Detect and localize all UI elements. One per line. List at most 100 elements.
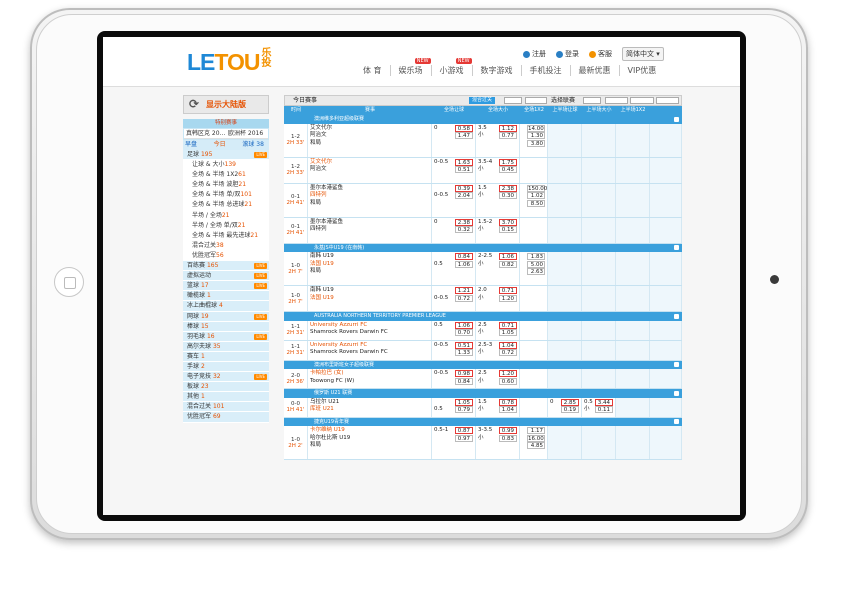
nav-item-5[interactable]: 最新优惠 [569,65,619,76]
odds-value[interactable]: 2.38 [498,184,517,192]
odds-value[interactable]: 1.05 [498,329,517,336]
odds-value[interactable]: 1.06 [454,321,473,329]
sidebar-subitem[interactable]: 半场 / 全场21 [183,210,269,221]
odds-value[interactable]: 16.00 [527,434,545,442]
mix-parlay-button[interactable]: 混合过关 [469,97,496,104]
odds-value[interactable]: 4.85 [527,442,545,449]
odds-value[interactable]: 0.39 [454,184,473,192]
odds-value[interactable]: 3.70 [498,218,517,226]
sidebar-subitem[interactable]: 半场 / 全场 单/双21 [183,220,269,231]
nav-item-0[interactable]: 体 育 [355,65,390,76]
odds-value[interactable]: 2.04 [454,192,473,199]
sidebar-item-sport[interactable]: 棒球 15 [183,321,269,332]
sidebar-subitem[interactable]: 混合过关38 [183,240,269,251]
select-league-label[interactable]: 选择联赛 [551,96,575,105]
add-button[interactable] [504,97,522,104]
sidebar-item-sport[interactable]: 篮球 17 LIVE [183,281,269,292]
odds-value[interactable]: 0.99 [498,427,517,434]
league-header[interactable]: 澳洲布里斯班女子超级联赛 [284,360,682,369]
odds-value[interactable]: 1.12 [498,124,517,132]
odds-value[interactable]: 1.33 [454,349,473,356]
odds-value[interactable]: 0.98 [454,370,473,377]
odds-value[interactable]: 0.72 [454,294,473,302]
sidebar-item-sport[interactable]: 橄榄球 1 [183,291,269,302]
odds-value[interactable]: 1.20 [498,294,517,302]
nav-item-3[interactable]: 数字游戏 [471,65,521,76]
odds-value[interactable]: 0.83 [498,434,517,442]
list-dropdown[interactable] [583,97,601,104]
odds-value[interactable]: 0.30 [498,192,517,199]
odds-value[interactable]: 0.84 [454,377,473,385]
register-link[interactable]: 注册 [523,49,546,59]
sidebar-item-sport[interactable]: 手球 2 [183,361,269,373]
nav-item-4[interactable]: 手机投注 [520,65,570,76]
odds-value[interactable]: 5.00 [527,260,545,268]
odds-value[interactable]: 2.85 [560,398,579,406]
odds-value[interactable]: 1.02 [527,192,545,199]
odds-value[interactable]: 1.75 [498,158,517,166]
odds-value[interactable]: 0.71 [498,321,517,329]
odds-value[interactable]: 1.20 [498,370,517,377]
sidebar-subitem[interactable]: 全场 & 半场 单/双101 [183,190,269,201]
odds-value[interactable]: 1.30 [527,132,545,139]
odds-value[interactable]: 3.80 [527,139,545,147]
odds-value[interactable]: 0.15 [498,226,517,233]
sidebar-item-sport[interactable]: 冰上曲棍球 4 [183,301,269,312]
odds-value[interactable]: 0.97 [454,434,473,442]
sidebar-tab-1[interactable]: 今日 [212,140,241,150]
odds-type-dropdown[interactable] [605,97,629,104]
odds-value[interactable]: 0.51 [454,341,473,349]
odds-value[interactable]: 0.60 [498,377,517,385]
language-select[interactable]: 简体中文 ▾ [622,47,664,61]
sidebar-subitem[interactable]: 全场 & 半场 波胆21 [183,180,269,191]
odds-value[interactable]: 2.38 [454,218,473,226]
odds-value[interactable]: 0.87 [454,427,473,434]
odds-value[interactable]: 0.71 [498,287,517,294]
odds-value[interactable]: 0.58 [454,124,473,132]
home-button[interactable] [54,267,84,297]
odds-value[interactable]: 1.47 [454,132,473,139]
sidebar-item-sport[interactable]: 电子竞技 32 LIVE [183,372,269,383]
sidebar-item-sport[interactable]: 网球 19 LIVE [183,311,269,322]
show-mainland-button[interactable]: 显示大陆版 [183,95,269,114]
view-toggle[interactable] [525,97,547,104]
special-event-2[interactable]: 欧洲杯 2016 [226,129,268,139]
odds-value[interactable]: 1.83 [527,253,545,260]
sidebar-item-sport[interactable]: 混合过关 101 [183,402,269,413]
sidebar-subitem[interactable]: 优胜冠军56 [183,250,269,262]
sidebar-item-sport[interactable]: 赛车 1 [183,351,269,362]
odds-value[interactable]: 0.77 [498,132,517,139]
odds-value[interactable]: 1.17 [527,427,545,434]
odds-value[interactable]: 0.72 [498,349,517,356]
sidebar-item-sport[interactable]: 虚拟运动 LIVE [183,271,269,282]
sidebar-item-sport[interactable]: 高尔夫球 35 [183,341,269,352]
league-header[interactable]: 俄罗斯 U21 联赛 [284,389,682,398]
sidebar-tab-0[interactable]: 早盘 [183,140,212,150]
odds-value[interactable]: 0.51 [454,166,473,173]
odds-value[interactable]: 0.70 [454,329,473,336]
refresh-button[interactable] [630,97,654,104]
sidebar-subitem[interactable]: 全场 & 半场 总进球21 [183,200,269,211]
odds-value[interactable]: 1.04 [498,406,517,413]
sidebar-item-football[interactable]: 足球 195 LIVE [183,150,269,161]
odds-value[interactable]: 1.05 [454,398,473,406]
odds-value[interactable]: 0.45 [498,166,517,173]
odds-value[interactable]: 2.63 [527,268,545,275]
letou-logo[interactable]: LETOU 乐投 [187,49,274,76]
login-link[interactable]: 登录 [556,49,579,59]
odds-value[interactable]: 0.11 [594,406,613,413]
sidebar-item-sport[interactable]: 优胜冠军 69 [183,412,269,423]
odds-value[interactable]: 0.19 [560,406,579,413]
sidebar-subitem[interactable]: 全场 & 半场 1X261 [183,170,269,181]
odds-value[interactable]: 8.50 [527,199,545,207]
sidebar-tab-2[interactable]: 滚球 38 [240,140,269,150]
sidebar-item-sport[interactable]: 羽毛球 16 LIVE [183,331,269,342]
odds-value[interactable]: 0.82 [498,260,517,268]
league-header[interactable]: 捷克U19青年赛 [284,417,682,426]
league-header[interactable]: 永基JS中U19 (在南韩) [284,243,682,252]
sidebar-item-sport[interactable]: 板球 23 [183,382,269,393]
nav-item-2[interactable]: 小游戏 NEW [430,58,472,76]
odds-value[interactable]: 1.06 [498,253,517,260]
sidebar-item-sport[interactable]: 其他 1 [183,392,269,403]
odds-value[interactable]: 14.00 [527,124,545,132]
